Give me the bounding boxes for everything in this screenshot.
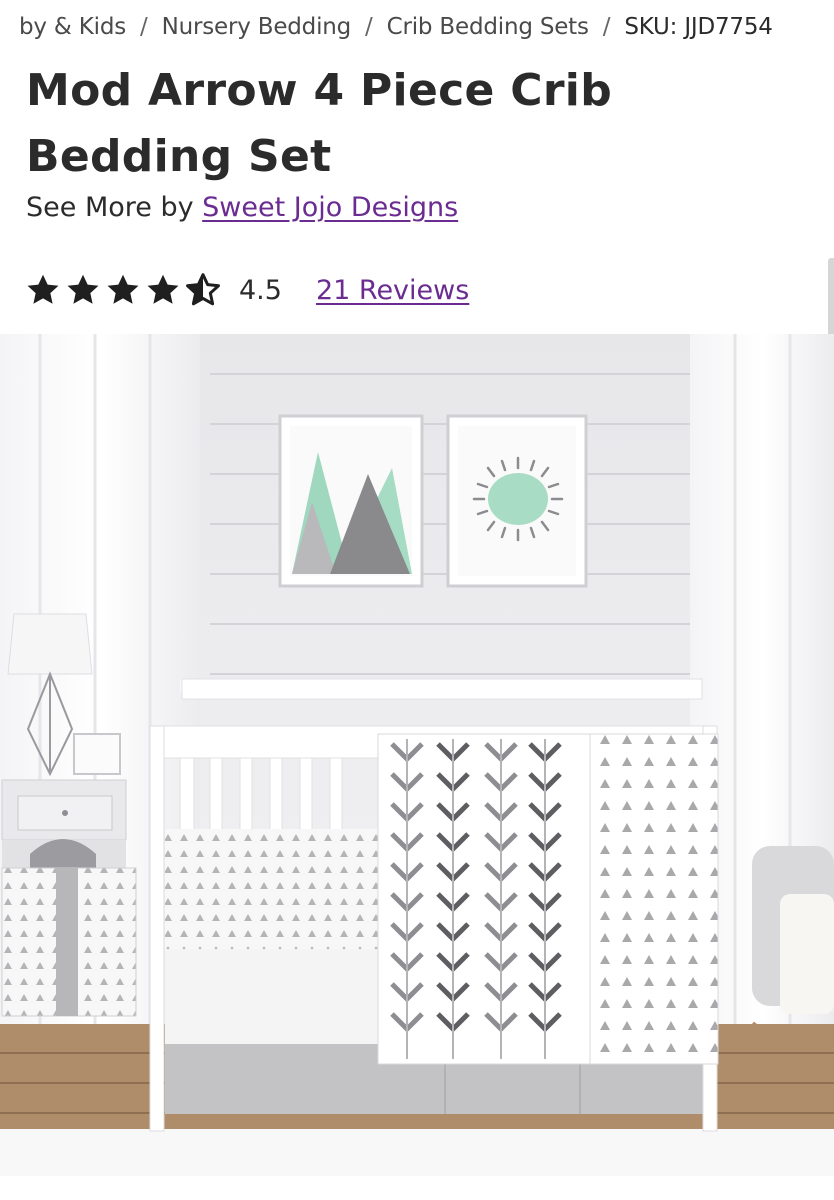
product-title-line-1: Mod Arrow 4 Piece Crib	[26, 65, 612, 116]
star-icon	[147, 274, 179, 304]
star-icon	[67, 274, 99, 304]
breadcrumb-item-kids[interactable]: by & Kids	[19, 14, 126, 40]
star-rating	[25, 272, 221, 308]
footer-strip	[0, 1176, 834, 1200]
brand-link[interactable]: Sweet Jojo Designs	[202, 192, 458, 223]
product-image[interactable]	[0, 334, 834, 1176]
rating-value: 4.5	[239, 274, 282, 306]
sku-label: SKU: JJD7754	[624, 14, 773, 40]
see-more-by: See More by Sweet Jojo Designs	[26, 192, 458, 223]
reviews-link[interactable]: 21 Reviews	[316, 275, 469, 306]
star-icon	[107, 274, 139, 304]
product-title-line-2: Bedding Set	[26, 131, 332, 182]
breadcrumb-separator: /	[140, 14, 148, 40]
breadcrumb-separator: /	[602, 14, 611, 40]
star-icon	[27, 274, 59, 304]
product-title: Mod Arrow 4 Piece Crib Bedding Set	[26, 58, 726, 190]
breadcrumb-item-crib-bedding-sets[interactable]: Crib Bedding Sets	[387, 14, 589, 40]
rating-row: 4.5 21 Reviews	[25, 268, 469, 312]
nursery-photo	[0, 334, 834, 1176]
breadcrumb-separator: /	[365, 14, 373, 40]
see-more-prefix: See More by	[26, 192, 194, 223]
breadcrumb: by & Kids / Nursery Bedding / Crib Beddi…	[19, 12, 773, 42]
half-star-icon	[186, 273, 220, 306]
breadcrumb-item-nursery-bedding[interactable]: Nursery Bedding	[162, 14, 352, 40]
